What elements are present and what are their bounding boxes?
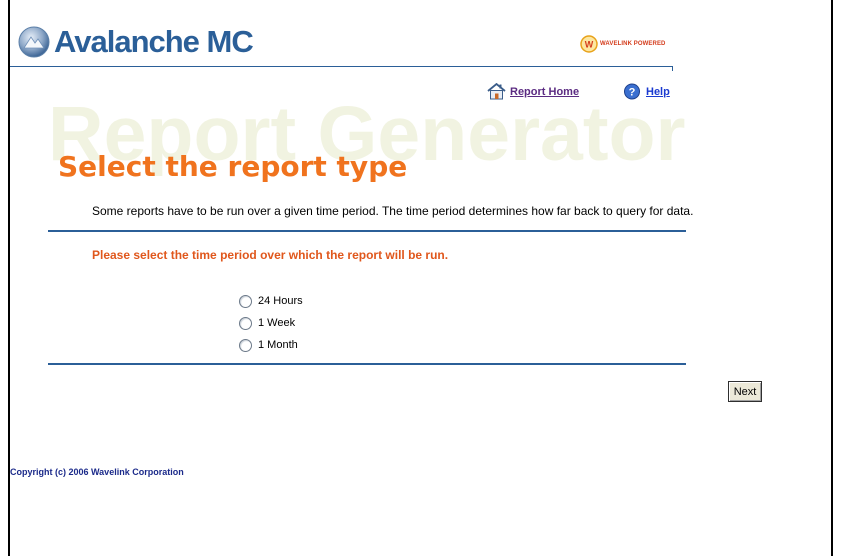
page-title: Select the report type [58, 150, 408, 183]
section-divider-top [48, 230, 686, 232]
svg-text:W: W [585, 40, 594, 50]
option-1-week[interactable]: 1 Week [239, 312, 303, 334]
avalanche-logo-icon [18, 26, 50, 58]
radio-1-month[interactable] [239, 338, 252, 352]
radio-24-hours[interactable] [239, 294, 252, 308]
option-label: 1 Month [258, 339, 298, 351]
brand-name: Avalanche MC [54, 24, 254, 59]
section-divider-bottom [48, 363, 686, 365]
time-period-options: 24 Hours 1 Week 1 Month [239, 290, 303, 356]
option-1-month[interactable]: 1 Month [239, 334, 303, 356]
header-divider [10, 66, 673, 67]
instruction-text: Please select the time period over which… [92, 248, 449, 262]
powered-by-text: WAVELINK POWERED [600, 41, 666, 47]
option-label: 24 Hours [258, 295, 303, 307]
option-24-hours[interactable]: 24 Hours [239, 290, 303, 312]
option-label: 1 Week [258, 317, 296, 329]
radio-1-week[interactable] [239, 316, 252, 330]
window-border-right [831, 0, 833, 556]
header-divider-tick [672, 66, 673, 71]
wavelink-w-icon: W [580, 35, 598, 53]
next-button[interactable]: Next [728, 381, 762, 402]
wavelink-powered-badge: W WAVELINK POWERED [580, 35, 666, 53]
description-text: Some reports have to be run over a given… [92, 204, 694, 218]
copyright-text: Copyright (c) 2006 Wavelink Corporation [10, 467, 184, 477]
brand-logo: Avalanche MC [18, 22, 254, 62]
